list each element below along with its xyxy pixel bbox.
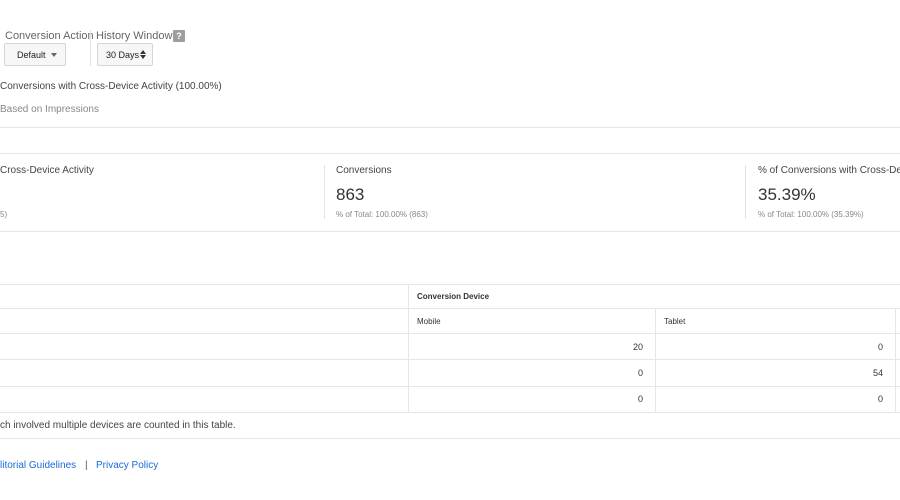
table-cell: 54	[872, 368, 883, 378]
table-cell: 20	[632, 342, 643, 352]
updown-arrows-icon	[140, 50, 146, 59]
scorecard-subtext: % of Total: 100.00% (863)	[336, 210, 428, 219]
control-divider	[90, 30, 91, 66]
column-header-mobile[interactable]: Mobile	[417, 317, 441, 326]
privacy-policy-link[interactable]: Privacy Policy	[96, 460, 158, 471]
scorecard-divider	[324, 165, 325, 219]
summary-basis: Based on Impressions	[0, 104, 99, 115]
history-window-value: 30 Days	[106, 49, 140, 60]
table-note: ch involved multiple devices are counted…	[0, 420, 236, 431]
scorecard-divider	[745, 165, 746, 219]
conversion-action-value: Default	[17, 49, 46, 60]
scorecard-value: 35.39%	[758, 185, 816, 204]
conversion-action-dropdown[interactable]: Default	[4, 43, 66, 66]
conversion-action-label: Conversion Action	[5, 30, 94, 42]
editorial-guidelines-link[interactable]: litorial Guidelines	[0, 460, 76, 471]
history-window-label: History Window	[96, 30, 173, 42]
chevron-down-icon	[51, 52, 57, 57]
divider	[0, 127, 900, 128]
table-cell: 0	[637, 394, 643, 404]
scorecard-value: 863	[336, 185, 365, 204]
table-group-header: Conversion Device	[417, 292, 490, 301]
divider	[0, 231, 900, 232]
column-header-tablet[interactable]: Tablet	[664, 317, 685, 326]
scorecard-title: Conversions	[336, 165, 392, 176]
scorecard-title: Cross-Device Activity	[0, 165, 94, 176]
scorecard-subtext: 5)	[0, 210, 8, 219]
table-cell: 0	[637, 368, 643, 378]
table-cell: 0	[877, 342, 883, 352]
history-window-select[interactable]: 30 Days	[97, 43, 153, 66]
table-cell: 0	[877, 394, 883, 404]
scorecard-subtext: % of Total: 100.00% (35.39%)	[758, 210, 864, 219]
summary-line: Conversions with Cross-Device Activity (…	[0, 81, 222, 92]
help-icon[interactable]: ?	[173, 30, 185, 42]
footer-separator: |	[85, 460, 88, 471]
divider	[0, 153, 900, 154]
scorecard-title: % of Conversions with Cross-Dev	[758, 165, 900, 176]
divider	[0, 438, 900, 439]
